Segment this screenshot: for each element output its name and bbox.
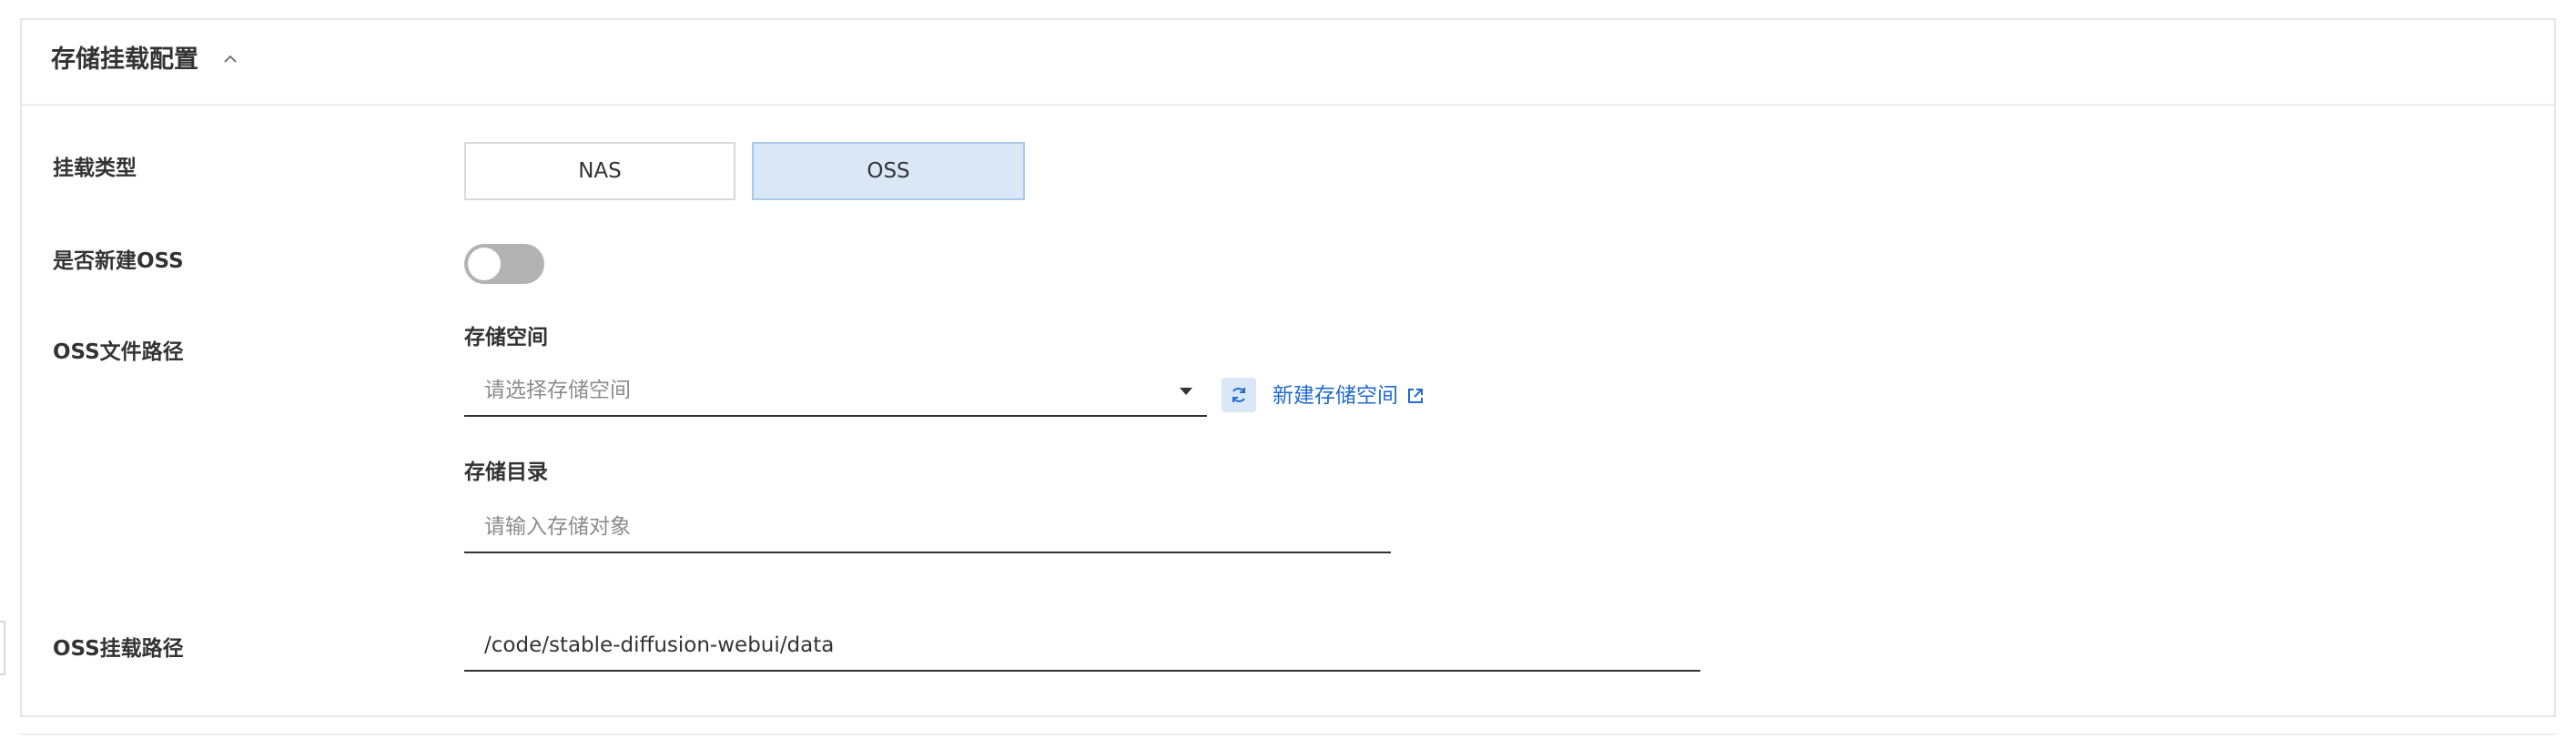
- directory-input[interactable]: 请输入存储对象: [464, 502, 1391, 553]
- storage-mount-panel: 存储挂载配置 挂载类型 NAS OSS 是否新建OSS OSS文件路径 存储空间…: [20, 18, 2556, 717]
- bottom-divider: [20, 734, 2556, 735]
- mount-type-nas-button[interactable]: NAS: [464, 142, 735, 200]
- side-edge-tab: [0, 621, 5, 675]
- create-oss-toggle[interactable]: [464, 244, 544, 284]
- external-link-icon: [1408, 389, 1423, 403]
- oss-path-label: OSS文件路径: [53, 340, 184, 364]
- oss-mount-path-input[interactable]: /code/stable-diffusion-webui/data: [464, 621, 1700, 672]
- mount-type-oss-button[interactable]: OSS: [752, 142, 1025, 200]
- chevron-up-icon[interactable]: [222, 53, 238, 66]
- caret-down-icon: [1180, 388, 1192, 395]
- directory-input-placeholder: 请输入存储对象: [484, 515, 631, 539]
- directory-label: 存储目录: [464, 461, 548, 484]
- oss-mount-path-label: OSS挂载路径: [53, 637, 184, 661]
- create-oss-label: 是否新建OSS: [53, 249, 184, 273]
- create-bucket-link[interactable]: 新建存储空间: [1273, 382, 1425, 410]
- panel-title: 存储挂载配置: [51, 46, 198, 74]
- mount-type-label: 挂载类型: [53, 157, 137, 180]
- oss-mount-path-value: /code/stable-diffusion-webui/data: [484, 633, 835, 657]
- bucket-select[interactable]: 请选择存储空间: [464, 366, 1207, 417]
- create-bucket-link-text: 新建存储空间: [1273, 384, 1398, 408]
- bucket-label: 存储空间: [464, 326, 548, 349]
- refresh-icon[interactable]: [1222, 378, 1256, 412]
- toggle-knob: [468, 248, 501, 280]
- bucket-select-placeholder: 请选择存储空间: [484, 379, 631, 402]
- panel-header[interactable]: 存储挂载配置: [22, 20, 2554, 106]
